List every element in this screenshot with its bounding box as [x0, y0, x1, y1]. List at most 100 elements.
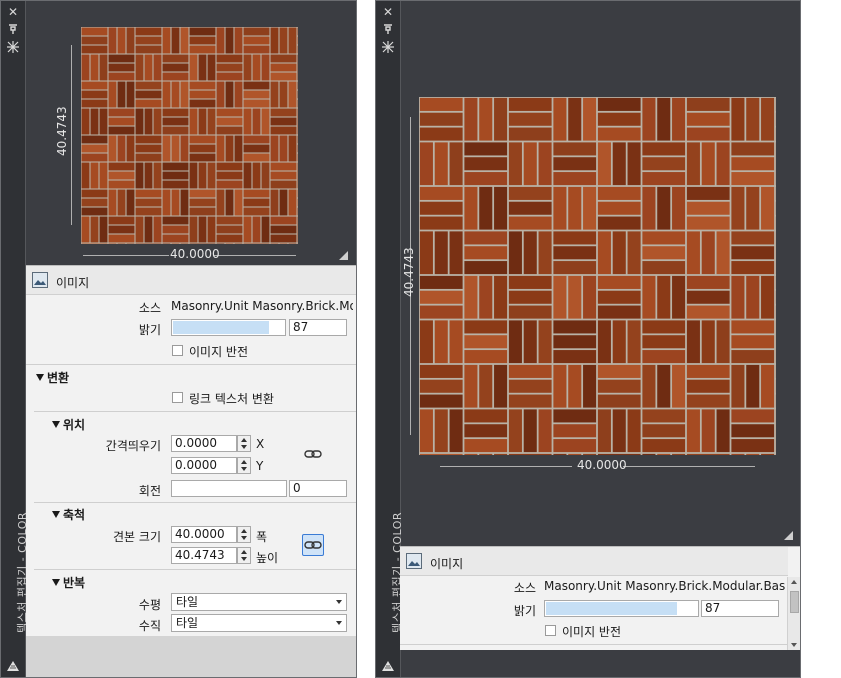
rotation-slider[interactable]: [171, 480, 287, 497]
properties-icon[interactable]: [380, 41, 396, 55]
brightness-input[interactable]: 87: [701, 600, 779, 617]
offset-y-spinner[interactable]: [237, 457, 251, 474]
horizontal-repeat-select[interactable]: 타일: [171, 593, 347, 611]
source-value[interactable]: Masonry.Unit Masonry.Brick.Modular.Baske…: [544, 579, 786, 593]
invert-image-checkbox[interactable]: [545, 625, 556, 636]
sample-width-label: 폭: [256, 530, 268, 544]
brick: [198, 54, 207, 81]
properties-palette: 이미지 소스 Masonry.Unit Masonry.Brick.Modula…: [400, 546, 800, 650]
brick: [642, 97, 656, 141]
brick: [464, 439, 508, 453]
brick: [189, 45, 216, 54]
texture-editor-icon: [380, 659, 396, 673]
brick: [508, 216, 552, 230]
horizontal-repeat-value: 타일: [176, 595, 199, 609]
brick: [597, 201, 641, 215]
brick: [81, 153, 108, 162]
invert-image-checkbox[interactable]: [172, 345, 183, 356]
brick: [243, 216, 252, 243]
vertical-repeat-value: 타일: [176, 616, 199, 630]
rotation-label: 회전: [138, 484, 161, 498]
resize-grip-icon[interactable]: [784, 531, 793, 540]
brick: [189, 198, 216, 207]
rotation-input[interactable]: 0: [289, 480, 347, 497]
close-icon[interactable]: ✕: [5, 5, 21, 19]
offset-y-input[interactable]: 0.0000: [171, 457, 237, 474]
scroll-up-icon[interactable]: [791, 580, 797, 584]
brick: [162, 162, 189, 171]
link-texture-transform-checkbox[interactable]: [172, 392, 183, 403]
brightness-input[interactable]: 87: [289, 319, 347, 336]
brick: [135, 144, 162, 153]
brick: [216, 234, 243, 243]
brightness-slider[interactable]: [171, 319, 286, 336]
brick: [746, 364, 760, 408]
brick: [135, 153, 162, 162]
image-section-header[interactable]: 이미지: [400, 547, 788, 576]
brick: [108, 180, 135, 189]
close-icon[interactable]: ✕: [380, 5, 396, 19]
sample-height-input[interactable]: 40.4743: [171, 547, 237, 564]
vertical-scrollbar[interactable]: [787, 577, 800, 650]
brick: [135, 189, 162, 198]
image-section-header[interactable]: 이미지: [26, 266, 356, 295]
brick: [117, 81, 126, 108]
brick: [553, 172, 597, 186]
vertical-repeat-select[interactable]: 타일: [171, 614, 347, 632]
brick: [597, 231, 611, 275]
brick: [81, 36, 108, 45]
sample-height-spinner[interactable]: [237, 547, 251, 564]
source-value[interactable]: Masonry.Unit Masonry.Brick.Moc: [171, 299, 353, 313]
scrollbar-thumb[interactable]: [790, 591, 799, 613]
offset-x-spinner[interactable]: [237, 435, 251, 452]
sample-width-input[interactable]: 40.0000: [171, 526, 237, 543]
brick: [523, 320, 537, 364]
brick: [261, 54, 270, 81]
brick: [731, 453, 745, 455]
brick: [464, 157, 508, 171]
autohide-icon[interactable]: [5, 23, 21, 37]
brick: [508, 201, 552, 215]
transform-section-toggle[interactable]: 변환: [36, 369, 69, 386]
brick: [270, 54, 297, 63]
brick: [597, 320, 611, 364]
brick: [449, 409, 463, 453]
brick: [686, 275, 730, 289]
brick: [464, 424, 508, 438]
brick: [701, 320, 715, 364]
brick: [642, 275, 656, 319]
brick: [216, 171, 243, 180]
brick: [243, 81, 270, 90]
brick: [81, 216, 90, 243]
lock-aspect-link-button[interactable]: [302, 534, 324, 556]
brick: [642, 261, 686, 275]
offset-x-input[interactable]: 0.0000: [171, 435, 237, 452]
brick: [494, 186, 508, 230]
sample-width-spinner[interactable]: [237, 526, 251, 543]
scale-section-toggle[interactable]: 축척: [52, 506, 85, 523]
brick: [672, 186, 686, 230]
brick: [162, 108, 189, 117]
image-section-title: 이미지: [56, 276, 90, 290]
resize-grip-icon[interactable]: [339, 251, 348, 260]
brightness-slider[interactable]: [544, 600, 699, 617]
properties-icon[interactable]: [5, 41, 21, 55]
texture-preview[interactable]: [419, 97, 776, 455]
brick: [234, 135, 243, 162]
texture-preview[interactable]: [81, 27, 298, 244]
brick: [597, 394, 641, 408]
brick: [162, 171, 189, 180]
image-icon: [406, 553, 422, 569]
chain-link-icon[interactable]: [304, 448, 324, 462]
position-section-toggle[interactable]: 위치: [52, 416, 85, 433]
autohide-icon[interactable]: [380, 23, 396, 37]
scroll-down-icon[interactable]: [791, 643, 797, 647]
brick: [508, 186, 552, 200]
brick: [538, 142, 552, 186]
brick: [583, 97, 597, 141]
brick: [189, 108, 198, 135]
brick: [81, 162, 90, 189]
brick: [508, 231, 522, 275]
repeat-section-toggle[interactable]: 반복: [52, 574, 85, 591]
width-dimension-label: 40.0000: [577, 458, 627, 472]
